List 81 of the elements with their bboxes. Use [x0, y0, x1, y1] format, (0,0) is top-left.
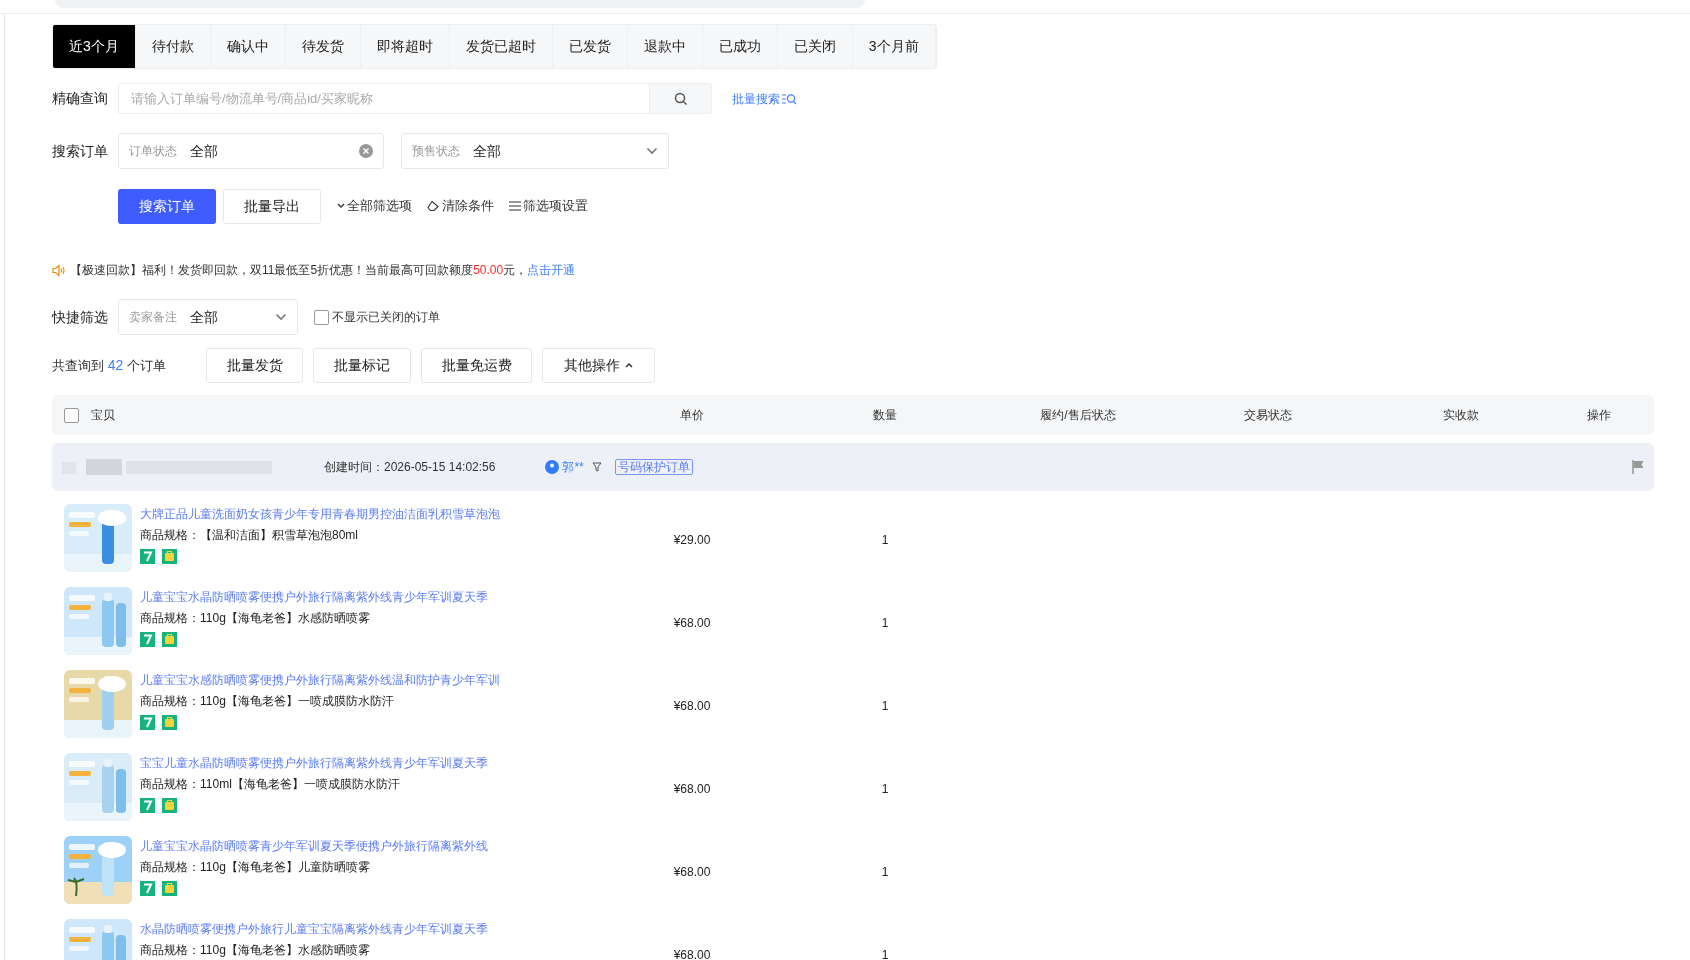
product-spec: 商品规格：110g【海龟老爸】一喷成膜防水防汗: [140, 693, 395, 709]
seven-day-return-icon: [140, 798, 155, 813]
bulk-action-button[interactable]: 批量标记: [313, 347, 411, 383]
bag-icon: [162, 549, 177, 564]
bag-icon: [162, 881, 177, 896]
unit-price: ¥68.00: [673, 782, 711, 796]
unit-price: ¥68.00: [673, 948, 711, 960]
protection-tag: 号码保护订单: [614, 459, 693, 475]
column-header: 单价: [680, 408, 704, 422]
flag-icon[interactable]: [1632, 460, 1644, 474]
notice-text: 【极速回款】福利！发货即回款，双11最低至5折优惠！当前最高可回款额度50.00元，点击开通: [70, 262, 576, 279]
search-button[interactable]: [650, 83, 712, 114]
column-header: 宝贝: [91, 407, 115, 424]
column-header: 操作: [1587, 408, 1611, 422]
speaker-icon: [52, 263, 66, 277]
seven-day-return-icon: [140, 549, 155, 564]
product-title-link[interactable]: 宝宝儿童水晶防晒喷雾便携户外旅行隔离紫外线青少年军训夏天季: [140, 755, 488, 771]
export-button[interactable]: 批量导出: [223, 188, 321, 224]
search-field[interactable]: 请输入订单编号/物流单号/商品id/买家昵称: [118, 83, 650, 114]
column-header: 履约/售后状态: [1040, 408, 1116, 422]
tab[interactable]: 近3个月: [53, 25, 136, 68]
product-title-link[interactable]: 儿童宝宝水晶防晒喷雾青少年军训夏天季便携户外旅行隔离紫外线: [140, 838, 488, 854]
eraser-icon: [427, 200, 440, 212]
filter-link[interactable]: 全部筛选项: [337, 196, 412, 216]
bag-icon: [162, 632, 177, 647]
filter-link[interactable]: 筛选项设置: [509, 196, 588, 216]
unit-price: ¥68.00: [673, 865, 711, 879]
quantity: 1: [881, 865, 889, 879]
seven-day-return-icon: [140, 715, 155, 730]
field-label: 快捷筛选: [52, 307, 109, 327]
product-spec: 商品规格：110g【海龟老爸】水感防晒喷雾: [140, 610, 371, 626]
bulk-action-button[interactable]: 批量发货: [206, 347, 303, 383]
product-spec: 商品规格：110g【海龟老爸】水感防晒喷雾: [140, 942, 371, 958]
field-label: 精确查询: [52, 89, 109, 108]
search-orders-button[interactable]: 搜索订单: [118, 188, 216, 224]
column-header: 交易状态: [1244, 408, 1292, 422]
seven-day-return-icon: [140, 881, 155, 896]
checkbox-label: 不显示已关闭的订单: [332, 309, 440, 326]
unit-price: ¥68.00: [673, 699, 711, 713]
product-spec: 商品规格：【温和洁面】积雪草泡泡80ml: [140, 527, 359, 543]
quantity: 1: [881, 782, 889, 796]
quantity: 1: [881, 616, 889, 630]
quantity: 1: [881, 948, 889, 960]
seven-day-return-icon: [140, 632, 155, 647]
unit-price: ¥29.00: [673, 533, 711, 547]
caret-up-icon: [625, 362, 633, 368]
select-field[interactable]: 预售状态 全部: [401, 133, 669, 169]
filter-icon[interactable]: [591, 462, 602, 472]
quantity: 1: [881, 533, 889, 547]
unit-price: ¥68.00: [673, 616, 711, 630]
created-time: 创建时间：2026-05-15 14:02:56: [324, 459, 496, 476]
product-title-link[interactable]: 水晶防晒喷雾便携户外旅行儿童宝宝隔离紫外线青少年军训夏天季: [140, 921, 488, 937]
search-icon: [673, 91, 688, 106]
activate-link[interactable]: 点击开通: [527, 263, 576, 277]
column-header: 数量: [873, 408, 897, 422]
bag-icon: [162, 715, 177, 730]
list-search-icon: [781, 92, 797, 105]
select-field[interactable]: 卖家备注 全部: [118, 299, 298, 335]
product-title-link[interactable]: 儿童宝宝水晶防晒喷雾便携户外旅行隔离紫外线青少年军训夏天季: [140, 589, 488, 605]
product-spec: 商品规格：110g【海龟老爸】儿童防晒喷雾: [140, 859, 371, 875]
order-count-text: 共查询到 42 个订单: [52, 355, 167, 375]
chevron-down-icon: [337, 203, 345, 209]
clear-icon[interactable]: [359, 144, 373, 158]
quantity: 1: [881, 699, 889, 713]
field-label: 搜索订单: [52, 141, 109, 161]
batch-search-link[interactable]: 批量搜索: [732, 89, 797, 108]
filter-link[interactable]: 清除条件: [427, 196, 494, 216]
list-icon: [509, 201, 521, 211]
chevron-down-icon: [275, 313, 287, 321]
checkbox[interactable]: [64, 407, 79, 423]
column-header: 实收款: [1443, 408, 1479, 422]
product-title-link[interactable]: 儿童宝宝水感防晒喷雾便携户外旅行隔离紫外线温和防护青少年军训: [140, 672, 500, 688]
product-title-link[interactable]: 大牌正品儿童洗面奶女孩青少年专用青春期男控油洁面乳积雪草泡泡: [140, 506, 500, 522]
chevron-down-icon: [646, 147, 658, 155]
product-spec: 商品规格：110ml【海龟老爸】一喷成膜防水防汗: [140, 776, 401, 792]
bulk-action-button[interactable]: 批量免运费: [421, 347, 532, 383]
buyer-icon: [545, 460, 560, 474]
menu-button[interactable]: 其他操作: [542, 347, 655, 383]
bag-icon: [162, 798, 177, 813]
select-field[interactable]: 订单状态 全部: [118, 133, 384, 169]
checkbox[interactable]: [314, 309, 329, 325]
